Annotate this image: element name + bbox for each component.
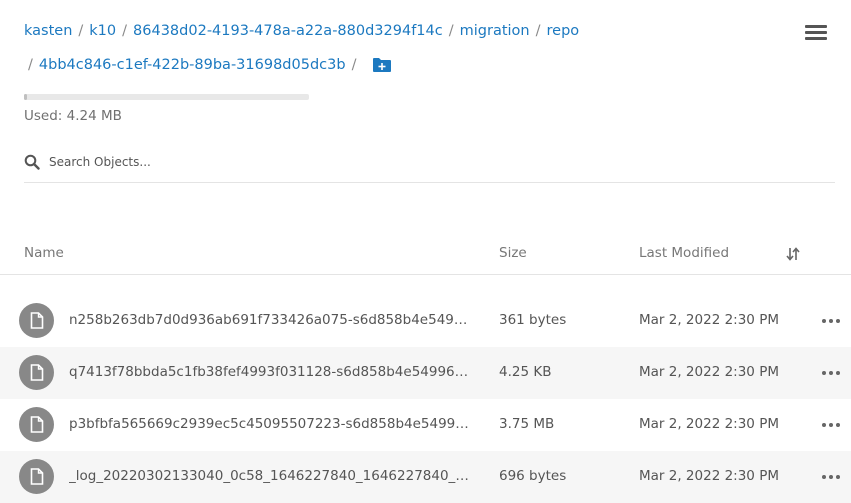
column-header-last-modified[interactable]: Last Modified: [639, 245, 729, 261]
file-icon: [19, 459, 54, 494]
breadcrumb: kasten / k10 / 86438d02-4193-478a-a22a-8…: [24, 20, 784, 76]
file-size: 361 bytes: [499, 312, 567, 328]
usage-progress-fill: [24, 94, 27, 100]
folder-plus-icon[interactable]: [372, 57, 392, 73]
breadcrumb-item-kasten[interactable]: kasten: [24, 20, 72, 42]
file-name[interactable]: p3bfbfa565669c2939ec5c45095507223-s6d858…: [69, 416, 469, 432]
breadcrumb-line-2: / 4bb4c846-c1ef-422b-89ba-31698d05dc3b /: [24, 54, 784, 76]
file-size: 696 bytes: [499, 468, 567, 484]
breadcrumb-item-cluster-id[interactable]: 86438d02-4193-478a-a22a-880d3294f14c: [133, 20, 443, 42]
search-input[interactable]: [49, 155, 749, 169]
breadcrumb-item-k10[interactable]: k10: [89, 20, 116, 42]
table-row[interactable]: p3bfbfa565669c2939ec5c45095507223-s6d858…: [0, 399, 851, 451]
breadcrumb-separator: /: [28, 57, 33, 73]
file-icon: [19, 355, 54, 390]
file-name[interactable]: _log_20220302133040_0c58_1646227840_1646…: [69, 468, 469, 484]
column-header-name[interactable]: Name: [24, 245, 64, 261]
usage-progress-bar: [24, 94, 309, 100]
more-options-icon[interactable]: [822, 319, 840, 324]
breadcrumb-item-repo-id[interactable]: 4bb4c846-c1ef-422b-89ba-31698d05dc3b: [39, 54, 346, 76]
sort-descending-icon[interactable]: [786, 247, 800, 261]
file-icon: [19, 407, 54, 442]
file-name[interactable]: n258b263db7d0d936ab691f733426a075-s6d858…: [69, 312, 469, 328]
file-size: 3.75 MB: [499, 416, 555, 432]
table-row[interactable]: q7413f78bbda5c1fb38fef4993f031128-s6d858…: [0, 347, 851, 399]
table-row[interactable]: n258b263db7d0d936ab691f733426a075-s6d858…: [0, 295, 851, 347]
breadcrumb-separator: /: [535, 23, 541, 39]
table-header: Name Size Last Modified: [0, 238, 851, 275]
file-size: 4.25 KB: [499, 364, 552, 380]
search-bar: [24, 150, 835, 183]
breadcrumb-separator: /: [351, 57, 357, 73]
table-row[interactable]: _log_20220302133040_0c58_1646227840_1646…: [0, 451, 851, 503]
breadcrumb-separator: /: [78, 23, 84, 39]
breadcrumb-line-1: kasten / k10 / 86438d02-4193-478a-a22a-8…: [24, 20, 784, 42]
breadcrumb-item-repo[interactable]: repo: [547, 20, 580, 42]
file-icon: [19, 303, 54, 338]
more-options-icon[interactable]: [822, 423, 840, 428]
file-last-modified: Mar 2, 2022 2:30 PM: [639, 312, 779, 328]
file-last-modified: Mar 2, 2022 2:30 PM: [639, 468, 779, 484]
file-name[interactable]: q7413f78bbda5c1fb38fef4993f031128-s6d858…: [69, 364, 469, 380]
breadcrumb-separator: /: [122, 23, 128, 39]
file-last-modified: Mar 2, 2022 2:30 PM: [639, 364, 779, 380]
breadcrumb-item-migration[interactable]: migration: [460, 20, 530, 42]
used-storage-label: Used: 4.24 MB: [24, 108, 122, 124]
hamburger-menu-icon[interactable]: [805, 25, 827, 43]
more-options-icon[interactable]: [822, 371, 840, 376]
column-header-size[interactable]: Size: [499, 245, 527, 261]
file-last-modified: Mar 2, 2022 2:30 PM: [639, 416, 779, 432]
breadcrumb-separator: /: [448, 23, 454, 39]
search-icon: [24, 154, 40, 170]
